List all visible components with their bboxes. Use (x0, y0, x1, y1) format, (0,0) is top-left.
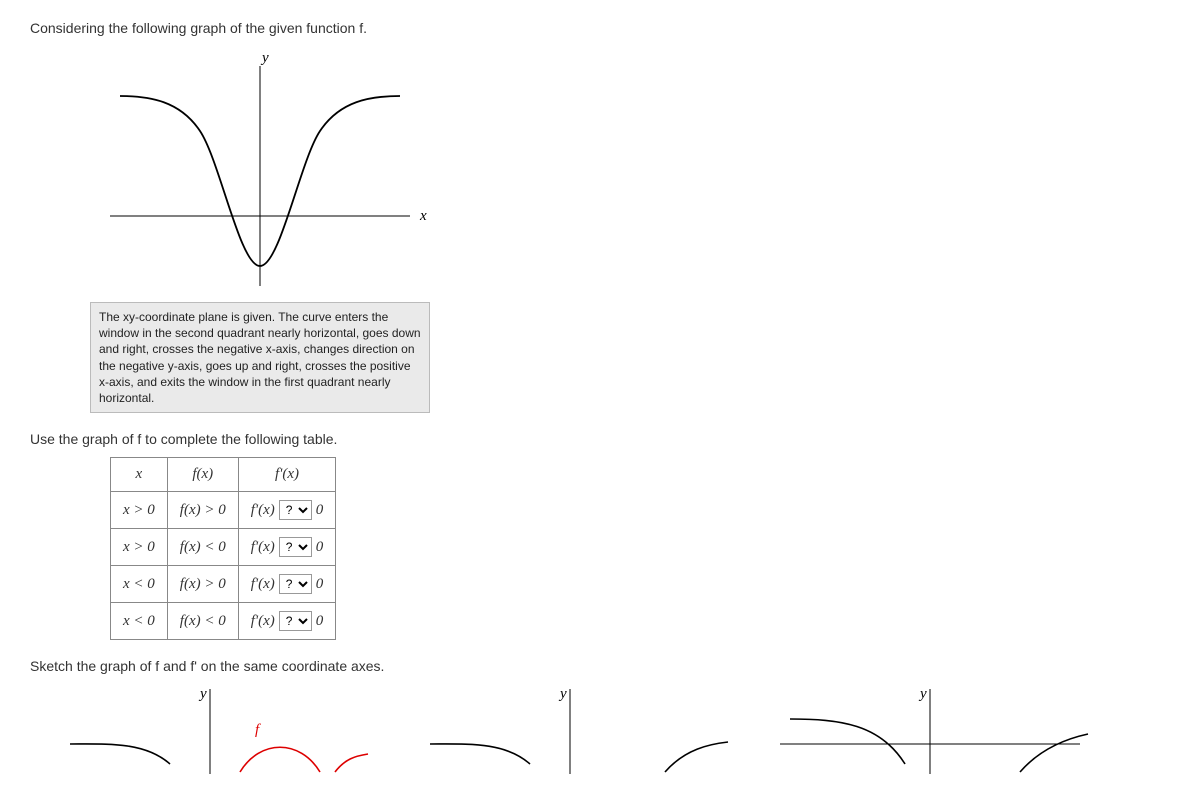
sketch-option[interactable]: y (410, 684, 730, 777)
cell-fx: f(x) < 0 (167, 603, 238, 640)
zero: 0 (316, 613, 324, 630)
zero: 0 (316, 576, 324, 593)
cell-fpx: f'(x) ? 0 (238, 603, 336, 640)
sketch-option[interactable]: y (770, 684, 1090, 777)
table-header-row: x f(x) f'(x) (111, 458, 336, 492)
graph-description: The xy-coordinate plane is given. The cu… (90, 302, 430, 413)
cell-x: x < 0 (111, 603, 168, 640)
table-row: x < 0 f(x) > 0 f'(x) ? 0 (111, 566, 336, 603)
cell-fpx: f'(x) ? 0 (238, 492, 336, 529)
fpx-prefix: f'(x) (251, 613, 275, 630)
fpx-prefix: f'(x) (251, 539, 275, 556)
table-row: x < 0 f(x) < 0 f'(x) ? 0 (111, 603, 336, 640)
sign-select[interactable]: ? (279, 500, 312, 520)
main-graph: y x (90, 46, 450, 306)
cell-x: x > 0 (111, 492, 168, 529)
zero: 0 (316, 502, 324, 519)
table-row: x > 0 f(x) < 0 f'(x) ? 0 (111, 529, 336, 566)
mini-y-label: y (558, 686, 567, 702)
cell-fpx: f'(x) ? 0 (238, 566, 336, 603)
fpx-prefix: f'(x) (251, 502, 275, 519)
cell-fx: f(x) < 0 (167, 529, 238, 566)
intro-text: Considering the following graph of the g… (30, 20, 1170, 36)
f-label: f (255, 722, 261, 738)
fpx-prefix: f'(x) (251, 576, 275, 593)
cell-x: x < 0 (111, 566, 168, 603)
mini-y-label: y (198, 686, 207, 702)
sketch-option[interactable]: y f (50, 684, 370, 777)
y-axis-label: y (260, 50, 269, 66)
col-fx: f(x) (167, 458, 238, 492)
cell-fx: f(x) > 0 (167, 492, 238, 529)
sign-select[interactable]: ? (279, 537, 312, 557)
cell-x: x > 0 (111, 529, 168, 566)
zero: 0 (316, 539, 324, 556)
sketch-options: y f y y (50, 684, 1170, 777)
col-x: x (111, 458, 168, 492)
table-instruction: Use the graph of f to complete the follo… (30, 431, 1170, 447)
table-row: x > 0 f(x) > 0 f'(x) ? 0 (111, 492, 336, 529)
x-axis-label: x (419, 208, 427, 224)
cell-fpx: f'(x) ? 0 (238, 529, 336, 566)
sign-select[interactable]: ? (279, 574, 312, 594)
cell-fx: f(x) > 0 (167, 566, 238, 603)
mini-y-label: y (918, 686, 927, 702)
answer-table: x f(x) f'(x) x > 0 f(x) > 0 f'(x) ? 0 x … (110, 457, 336, 640)
col-fpx: f'(x) (238, 458, 336, 492)
sign-select[interactable]: ? (279, 611, 312, 631)
sketch-instruction: Sketch the graph of f and f' on the same… (30, 658, 1170, 674)
